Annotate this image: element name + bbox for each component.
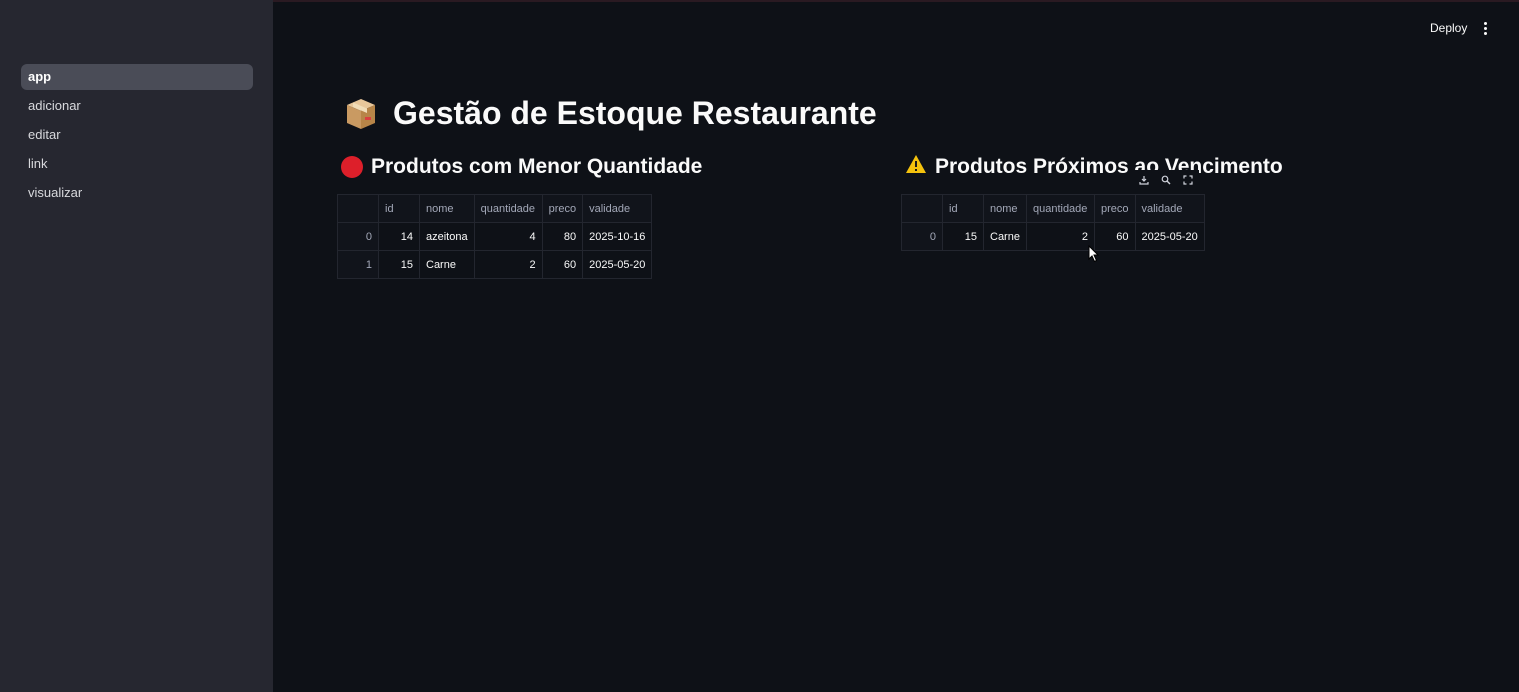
cell-nome[interactable]: Carne [419,250,475,279]
cell-quantidade[interactable]: 4 [473,222,543,251]
column-header-id[interactable]: id [942,194,984,223]
table-header-row: id nome quantidade preco validade [337,194,653,223]
cell-preco[interactable]: 60 [541,250,584,279]
sidebar-nav: app adicionar editar link visualizar [21,64,253,209]
table-row[interactable]: 1 15 Carne 2 60 2025-05-20 [337,250,653,279]
cell-quantidade[interactable]: 2 [473,250,543,279]
low-stock-table[interactable]: id nome quantidade preco validade 0 14 a… [337,194,653,279]
column-header-preco[interactable]: preco [1093,194,1136,223]
row-index: 1 [337,250,379,279]
warning-icon [905,154,927,180]
mouse-cursor-icon [1088,244,1100,263]
fullscreen-icon[interactable] [1179,171,1197,189]
table-toolbar [1133,170,1199,190]
column-header-validade[interactable]: validade [582,194,653,223]
sidebar-item-editar[interactable]: editar [21,122,253,148]
column-header-index[interactable] [337,194,379,223]
column-header-validade[interactable]: validade [1134,194,1205,223]
cell-id[interactable]: 15 [378,250,420,279]
cell-preco[interactable]: 60 [1093,222,1136,251]
expiring-heading: Produtos Próximos ao Vencimento [905,153,1283,181]
package-box-icon [341,93,381,133]
download-icon[interactable] [1135,171,1153,189]
low-stock-heading: Produtos com Menor Quantidade [341,153,702,181]
sidebar-item-app[interactable]: app [21,64,253,90]
column-header-nome[interactable]: nome [983,194,1027,223]
cell-validade[interactable]: 2025-05-20 [582,250,653,279]
deploy-button[interactable]: Deploy [1424,16,1473,40]
column-header-quantidade[interactable]: quantidade [473,194,543,223]
cell-id[interactable]: 14 [378,222,420,251]
sidebar-item-link[interactable]: link [21,151,253,177]
cell-id[interactable]: 15 [942,222,984,251]
page-title-text: Gestão de Estoque Restaurante [393,94,877,131]
cell-validade[interactable]: 2025-05-20 [1134,222,1205,251]
page-title: Gestão de Estoque Restaurante [341,92,877,134]
row-index: 0 [337,222,379,251]
table-row[interactable]: 0 14 azeitona 4 80 2025-10-16 [337,222,653,251]
sidebar: app adicionar editar link visualizar [0,0,273,692]
low-stock-heading-text: Produtos com Menor Quantidade [371,155,703,178]
column-header-quantidade[interactable]: quantidade [1025,194,1095,223]
red-circle-icon [341,156,363,178]
column-header-index[interactable] [901,194,943,223]
column-header-nome[interactable]: nome [419,194,475,223]
column-header-preco[interactable]: preco [541,194,584,223]
cell-nome[interactable]: Carne [983,222,1027,251]
cell-quantidade[interactable]: 2 [1025,222,1095,251]
search-icon[interactable] [1157,171,1175,189]
more-vertical-icon[interactable] [1476,16,1494,40]
cell-validade[interactable]: 2025-10-16 [582,222,653,251]
sidebar-item-adicionar[interactable]: adicionar [21,93,253,119]
expiring-table[interactable]: id nome quantidade preco validade 0 15 C… [901,194,1205,251]
expiring-heading-text: Produtos Próximos ao Vencimento [935,155,1283,178]
row-index: 0 [901,222,943,251]
table-row[interactable]: 0 15 Carne 2 60 2025-05-20 [901,222,1205,251]
cell-preco[interactable]: 80 [541,222,584,251]
table-header-row: id nome quantidade preco validade [901,194,1205,223]
column-header-id[interactable]: id [378,194,420,223]
sidebar-item-visualizar[interactable]: visualizar [21,180,253,206]
cell-nome[interactable]: azeitona [419,222,475,251]
